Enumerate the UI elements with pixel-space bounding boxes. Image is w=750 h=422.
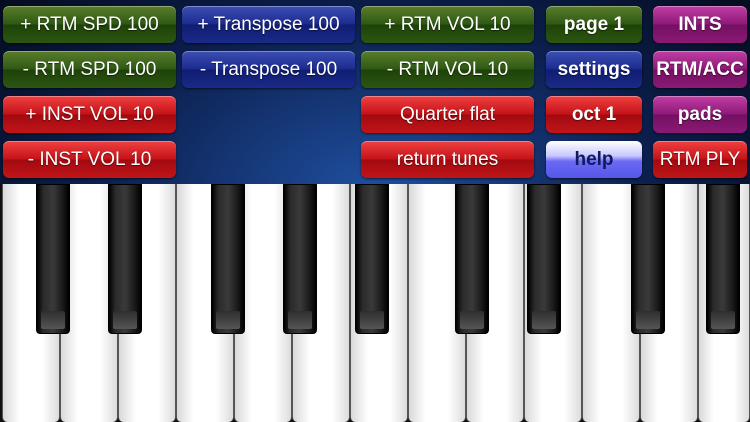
rtm-volume-up-button[interactable]: + RTM VOL 10 <box>361 6 534 43</box>
page-button[interactable]: page 1 <box>546 6 642 43</box>
black-key[interactable] <box>211 184 245 334</box>
rtm-play-button[interactable]: RTM PLY <box>653 141 747 178</box>
black-key[interactable] <box>283 184 317 334</box>
black-key[interactable] <box>36 184 70 334</box>
rtm-speed-up-button[interactable]: + RTM SPD 100 <box>3 6 176 43</box>
control-panel: + RTM SPD 100 - RTM SPD 100 + INST VOL 1… <box>0 0 750 184</box>
inst-volume-up-button[interactable]: + INST VOL 10 <box>3 96 176 133</box>
black-key[interactable] <box>455 184 489 334</box>
black-key[interactable] <box>355 184 389 334</box>
transpose-down-button[interactable]: - Transpose 100 <box>182 51 355 88</box>
inst-volume-down-button[interactable]: - INST VOL 10 <box>3 141 176 178</box>
help-button[interactable]: help <box>546 141 642 178</box>
transpose-up-button[interactable]: + Transpose 100 <box>182 6 355 43</box>
black-key[interactable] <box>108 184 142 334</box>
return-tunes-button[interactable]: return tunes <box>361 141 534 178</box>
black-key[interactable] <box>631 184 665 334</box>
octave-button[interactable]: oct 1 <box>546 96 642 133</box>
rtm-speed-down-button[interactable]: - RTM SPD 100 <box>3 51 176 88</box>
rtm-acc-button[interactable]: RTM/ACC <box>653 51 747 88</box>
black-key[interactable] <box>527 184 561 334</box>
piano-keyboard <box>0 184 750 422</box>
quarter-flat-button[interactable]: Quarter flat <box>361 96 534 133</box>
pads-button[interactable]: pads <box>653 96 747 133</box>
black-key[interactable] <box>706 184 740 334</box>
ints-button[interactable]: INTS <box>653 6 747 43</box>
rtm-volume-down-button[interactable]: - RTM VOL 10 <box>361 51 534 88</box>
settings-button[interactable]: settings <box>546 51 642 88</box>
